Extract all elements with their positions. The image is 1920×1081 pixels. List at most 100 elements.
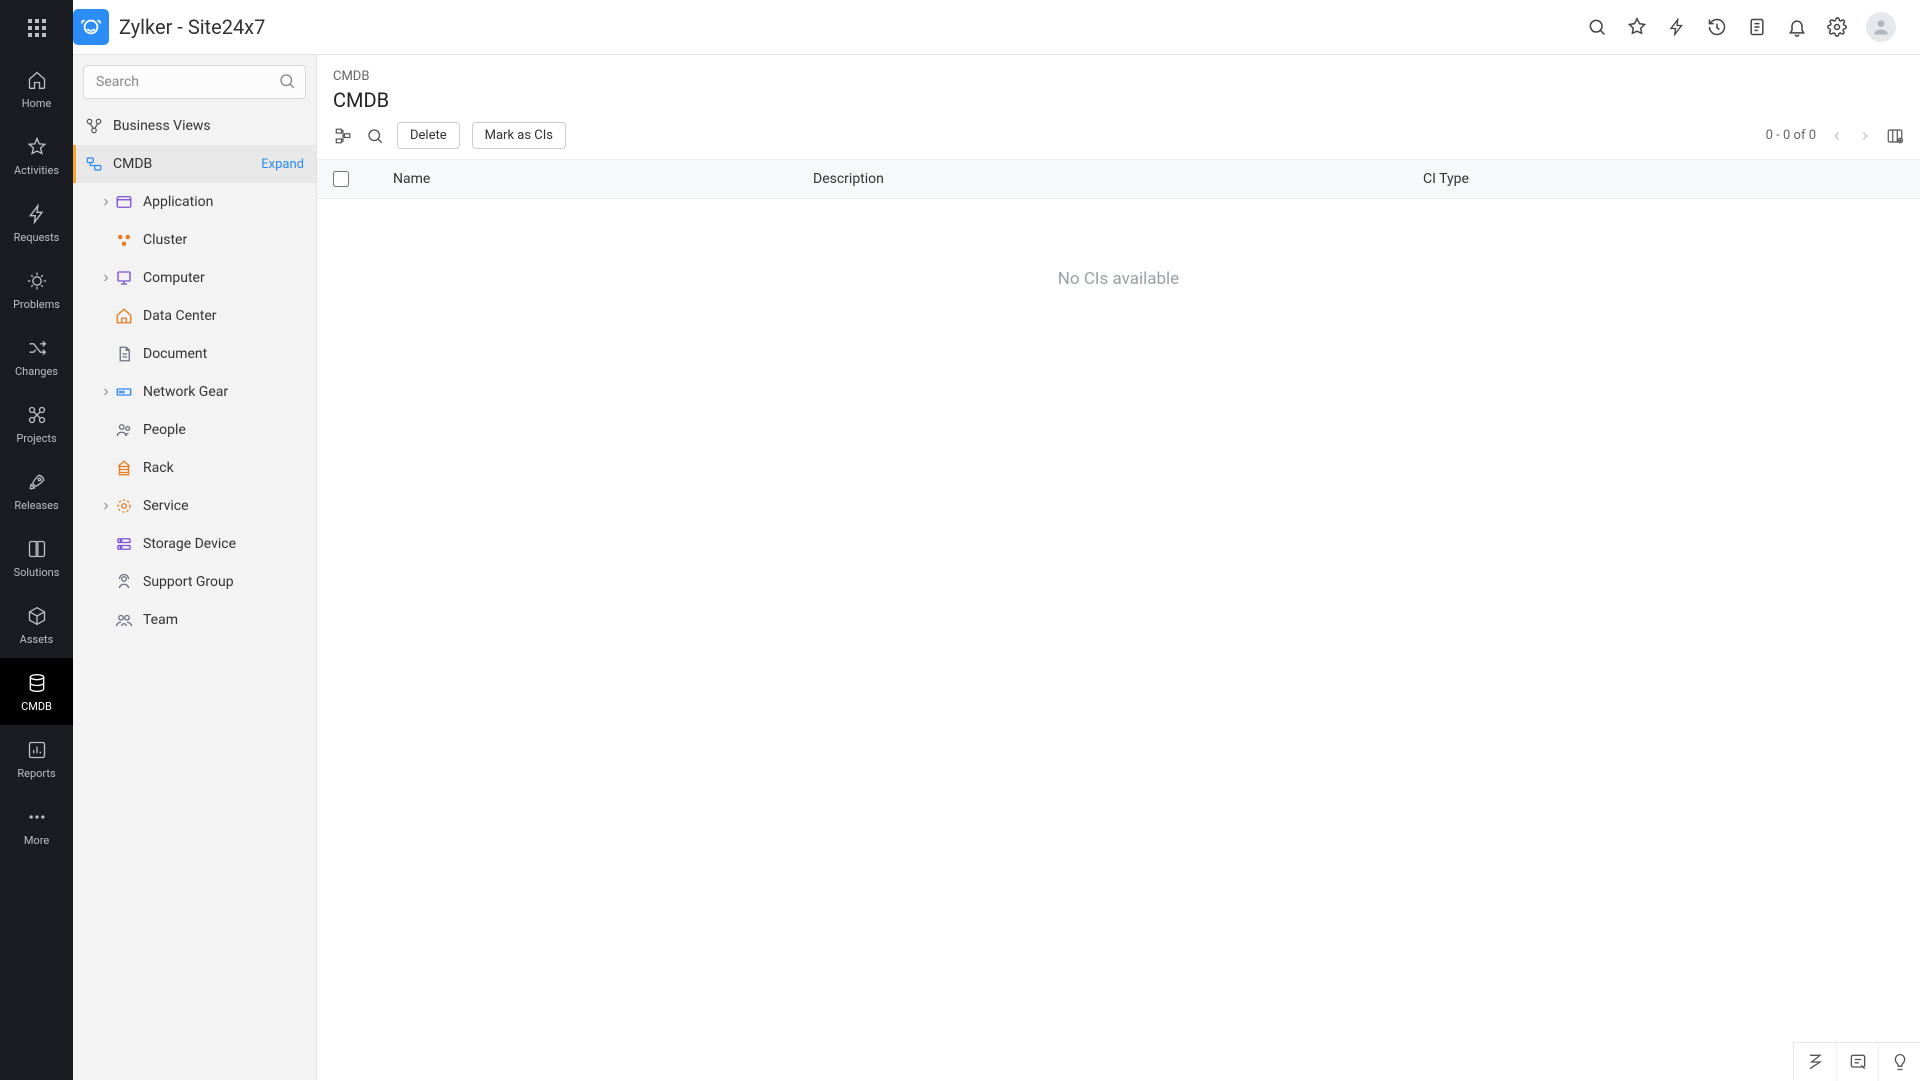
nav-solutions-label: Solutions (14, 566, 60, 579)
global-search-icon[interactable] (1586, 16, 1608, 38)
delete-button[interactable]: Delete (397, 122, 460, 149)
nav-changes[interactable]: Changes (0, 323, 73, 390)
mark-as-cis-button[interactable]: Mark as CIs (472, 122, 566, 149)
tree-item-label: Document (143, 346, 207, 362)
tree-item-label: Support Group (143, 574, 234, 590)
tree-cmdb-label: CMDB (113, 156, 152, 172)
compass-icon[interactable] (1626, 16, 1648, 38)
ci-type-icon (115, 383, 133, 401)
bottom-right-toolbar (1793, 1042, 1920, 1080)
bell-icon[interactable] (1786, 16, 1808, 38)
help-bulb-icon[interactable] (1878, 1043, 1920, 1081)
tree-expand-link[interactable]: Expand (261, 157, 304, 172)
brand-title: Zylker - Site24x7 (119, 15, 265, 39)
chevron-right-icon[interactable] (99, 386, 113, 398)
tree-item-cluster[interactable]: Cluster (73, 221, 316, 259)
ci-type-icon (115, 459, 133, 477)
search-icon[interactable] (278, 72, 296, 90)
tree-item-document[interactable]: Document (73, 335, 316, 373)
zia-icon[interactable] (1794, 1043, 1836, 1081)
col-description[interactable]: Description (813, 171, 1423, 187)
nav-assets[interactable]: Assets (0, 591, 73, 658)
chevron-right-icon[interactable] (99, 500, 113, 512)
pagination-text: 0 - 0 of 0 (1766, 128, 1816, 143)
column-picker-icon[interactable] (1886, 127, 1904, 145)
nav-problems[interactable]: Problems (0, 256, 73, 323)
star-icon (26, 136, 48, 158)
nav-releases-label: Releases (14, 499, 58, 512)
chevron-right-icon[interactable] (99, 272, 113, 284)
tree-item-label: Application (143, 194, 213, 210)
nav-reports[interactable]: Reports (0, 725, 73, 792)
tree-item-label: People (143, 422, 186, 438)
tree-item-team[interactable]: Team (73, 601, 316, 639)
tree-item-label: Service (143, 498, 189, 514)
page-title: CMDB (317, 88, 1920, 122)
tree-item-label: Storage Device (143, 536, 236, 552)
tree-item-data-center[interactable]: Data Center (73, 297, 316, 335)
feedback-icon[interactable] (1836, 1043, 1878, 1081)
nav-rail: Home Activities Requests Problems Change… (0, 0, 73, 1080)
nav-cmdb-label: CMDB (21, 700, 52, 713)
table-search-icon[interactable] (365, 126, 385, 146)
top-bar: Zylker - Site24x7 (0, 0, 1920, 55)
nav-home[interactable]: Home (0, 55, 73, 122)
tree-item-computer[interactable]: Computer (73, 259, 316, 297)
select-all-checkbox[interactable] (333, 171, 349, 187)
tree-item-service[interactable]: Service (73, 487, 316, 525)
tree-item-network-gear[interactable]: Network Gear (73, 373, 316, 411)
pager-next-icon[interactable] (1858, 129, 1872, 143)
col-name[interactable]: Name (393, 171, 813, 187)
toolbar: Delete Mark as CIs 0 - 0 of 0 (317, 122, 1920, 159)
tree-item-label: Team (143, 612, 178, 628)
ci-type-icon (115, 497, 133, 515)
chevron-right-icon[interactable] (99, 196, 113, 208)
table-header: Name Description CI Type (317, 159, 1920, 199)
gear-icon[interactable] (1826, 16, 1848, 38)
nav-more[interactable]: More (0, 792, 73, 859)
nav-requests[interactable]: Requests (0, 189, 73, 256)
nav-solutions[interactable]: Solutions (0, 524, 73, 591)
barchart-icon (26, 739, 48, 761)
tree-item-people[interactable]: People (73, 411, 316, 449)
avatar[interactable] (1866, 12, 1896, 42)
ci-type-icon (115, 421, 133, 439)
database-icon (26, 672, 48, 694)
tree-item-label: Network Gear (143, 384, 228, 400)
bug-icon (26, 270, 48, 292)
nav-releases[interactable]: Releases (0, 457, 73, 524)
nav-projects[interactable]: Projects (0, 390, 73, 457)
nav-activities[interactable]: Activities (0, 122, 73, 189)
nav-activities-label: Activities (14, 164, 59, 177)
tree-item-rack[interactable]: Rack (73, 449, 316, 487)
business-views-icon (85, 117, 103, 135)
tree-search-input[interactable] (83, 65, 306, 99)
main: CMDB CMDB Delete Mark as CIs 0 - 0 of 0 … (317, 55, 1920, 1080)
ci-type-icon (115, 345, 133, 363)
tree-item-application[interactable]: Application (73, 183, 316, 221)
ci-type-icon (115, 231, 133, 249)
col-ci-type[interactable]: CI Type (1423, 171, 1904, 187)
history-icon[interactable] (1706, 16, 1728, 38)
nav-projects-label: Projects (16, 432, 56, 445)
tree-item-storage-device[interactable]: Storage Device (73, 525, 316, 563)
ci-type-icon (115, 573, 133, 591)
tree-item-support-group[interactable]: Support Group (73, 563, 316, 601)
tree-item-label: Computer (143, 270, 205, 286)
quick-bolt-icon[interactable] (1666, 16, 1688, 38)
nav-more-label: More (24, 834, 49, 847)
clipboard-icon[interactable] (1746, 16, 1768, 38)
pager-prev-icon[interactable] (1830, 129, 1844, 143)
ci-type-icon (115, 193, 133, 211)
apps-grid-icon[interactable] (0, 0, 73, 55)
tree-search (83, 65, 306, 99)
tree-item-label: Data Center (143, 308, 217, 324)
nav-cmdb[interactable]: CMDB (0, 658, 73, 725)
tree-item-label: Rack (143, 460, 174, 476)
nav-changes-label: Changes (15, 365, 58, 378)
drone-icon (26, 404, 48, 426)
tree-cmdb[interactable]: CMDB Expand (73, 145, 316, 183)
relationship-view-icon[interactable] (333, 126, 353, 146)
tree-business-views[interactable]: Business Views (73, 107, 316, 145)
nav-problems-label: Problems (13, 298, 60, 311)
